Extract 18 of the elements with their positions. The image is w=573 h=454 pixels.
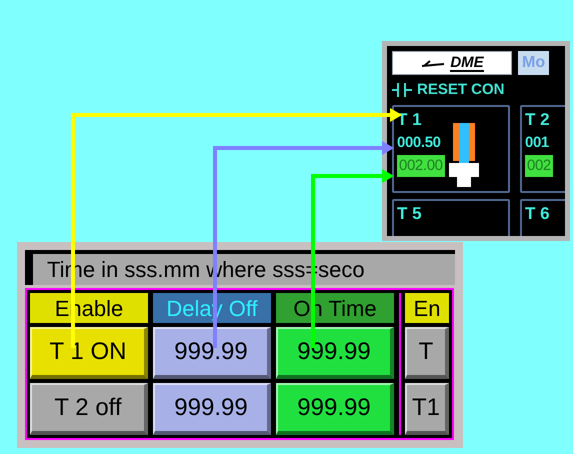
- timer-label: T 6: [525, 203, 550, 225]
- time-button[interactable]: 999.99: [276, 383, 394, 435]
- on-time-value: 002.00: [397, 155, 445, 177]
- enable-button[interactable]: T 2 off: [30, 383, 148, 435]
- time-button[interactable]: 999.99: [153, 383, 271, 435]
- enable-button[interactable]: T1: [405, 383, 449, 435]
- timer-label: T 2: [525, 109, 551, 131]
- enable-button[interactable]: T: [405, 327, 449, 379]
- column-header: En: [405, 293, 449, 323]
- time-button[interactable]: 999.99: [276, 327, 394, 379]
- delay-value: 001: [525, 133, 550, 153]
- delay-value: 000.50: [397, 133, 442, 153]
- reset-label[interactable]: RESET CON: [417, 78, 505, 102]
- timer-label: T 5: [397, 203, 422, 225]
- on-time-value: 002: [525, 155, 553, 177]
- logo-text: DME: [450, 54, 484, 72]
- time-button[interactable]: 999.99: [153, 327, 271, 379]
- contact-icon: [392, 82, 412, 98]
